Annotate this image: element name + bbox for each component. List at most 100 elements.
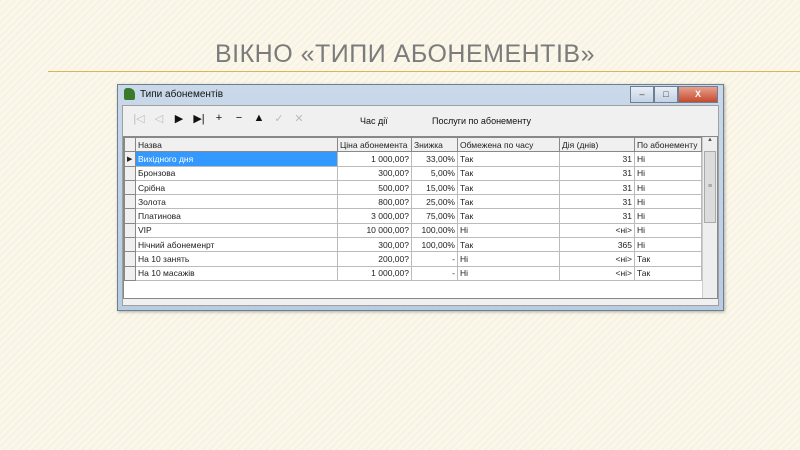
table-cell[interactable]: На 10 занять — [135, 251, 338, 267]
indicator-header — [124, 136, 136, 153]
table-cell[interactable]: Срібна — [135, 179, 338, 196]
scroll-up-icon[interactable]: ▲ — [703, 137, 717, 143]
minimize-button[interactable]: – — [630, 86, 654, 103]
table-cell[interactable]: 300,00? — [337, 165, 412, 181]
row-indicator — [124, 222, 136, 239]
table-cell[interactable]: Ні — [634, 151, 702, 167]
table-cell[interactable]: <ні> — [559, 222, 635, 239]
column-header[interactable]: Ціна абонемента — [337, 136, 412, 153]
table-cell[interactable]: Так — [457, 237, 560, 253]
maximize-button[interactable]: □ — [654, 86, 678, 103]
client-area: |◁ ◁ ▶ ▶| + − ▲ ✓ ✕ Час дії Послуги по абонемент… — [122, 105, 719, 306]
table-row[interactable]: На 10 занять 200,00? - Ні <ні> Так — [124, 251, 702, 267]
table-row[interactable]: Бронзова 300,00? 5,00% Так 31 Ні — [124, 165, 702, 181]
table-cell[interactable]: Так — [634, 251, 702, 267]
nav-first-button[interactable]: |◁ — [129, 112, 149, 125]
nav-prior-button[interactable]: ◁ — [149, 112, 169, 125]
table-cell[interactable]: 1 000,00? — [337, 265, 412, 281]
table-cell[interactable]: Так — [634, 265, 702, 281]
table-cell[interactable]: Бронзова — [135, 165, 338, 181]
table-cell[interactable]: 200,00? — [337, 251, 412, 267]
table-cell[interactable]: Ні — [634, 208, 702, 224]
table-cell[interactable]: 33,00% — [411, 151, 458, 167]
nav-cancel-button[interactable]: ✕ — [289, 112, 309, 125]
table-cell[interactable]: Так — [457, 151, 560, 167]
close-button[interactable]: X — [678, 86, 718, 103]
row-indicator — [124, 179, 136, 196]
row-indicator — [124, 208, 136, 224]
row-indicator — [124, 265, 136, 281]
table-cell[interactable]: - — [411, 265, 458, 281]
table-cell[interactable]: 31 — [559, 165, 635, 181]
table-cell[interactable]: 31 — [559, 208, 635, 224]
data-grid[interactable]: Назва Ціна абонемента Знижка Обмежена по ча… — [123, 136, 718, 299]
column-header[interactable]: Знижка — [411, 136, 458, 153]
tab-services-label[interactable]: Послуги по абонементу — [432, 116, 531, 126]
table-cell[interactable]: 365 — [559, 237, 635, 253]
table-cell[interactable]: 15,00% — [411, 179, 458, 196]
db-navigator: |◁ ◁ ▶ ▶| + − ▲ ✓ ✕ — [129, 112, 309, 125]
table-cell[interactable]: VIP — [135, 222, 338, 239]
title-divider — [48, 71, 800, 72]
table-cell[interactable]: Ні — [634, 179, 702, 196]
table-cell[interactable]: 3 000,00? — [337, 208, 412, 224]
column-header[interactable]: Назва — [135, 136, 338, 153]
table-cell[interactable]: 500,00? — [337, 179, 412, 196]
table-cell[interactable]: Ні — [457, 265, 560, 281]
table-row[interactable]: Платинова 3 000,00? 75,00% Так 31 Ні — [124, 208, 702, 224]
column-header[interactable]: Обмежена по часу — [457, 136, 560, 153]
table-cell[interactable]: 100,00% — [411, 222, 458, 239]
table-cell[interactable]: Ні — [634, 194, 702, 210]
table-cell[interactable]: Ні — [457, 251, 560, 267]
table-cell[interactable]: 5,00% — [411, 165, 458, 181]
table-row[interactable]: На 10 масажів 1 000,00? - Ні <ні> Так — [124, 265, 702, 281]
table-cell[interactable]: На 10 масажів — [135, 265, 338, 281]
table-cell[interactable]: 300,00? — [337, 237, 412, 253]
table-row[interactable]: Нічний абонеменрт 300,00? 100,00% Так 365 Ні — [124, 237, 702, 253]
table-cell[interactable]: Платинова — [135, 208, 338, 224]
table-cell[interactable]: Ні — [457, 222, 560, 239]
table-row[interactable]: Золота 800,00? 25,00% Так 31 Ні — [124, 194, 702, 210]
table-row[interactable]: Срібна 500,00? 15,00% Так 31 Ні — [124, 179, 702, 196]
column-header[interactable]: Дія (днів) — [559, 136, 635, 153]
table-cell[interactable]: Ні — [634, 222, 702, 239]
table-cell[interactable]: Вихідного дня — [135, 151, 338, 167]
nav-next-button[interactable]: ▶ — [169, 112, 189, 125]
table-cell[interactable]: 10 000,00? — [337, 222, 412, 239]
nav-insert-button[interactable]: + — [209, 112, 229, 125]
table-cell[interactable]: Ні — [634, 237, 702, 253]
table-cell[interactable]: Так — [457, 208, 560, 224]
subscriptions-table: Назва Ціна абонемента Знижка Обмежена по ча… — [124, 136, 702, 281]
table-cell[interactable]: Золота — [135, 194, 338, 210]
app-window: Типи абонементів – □ X |◁ ◁ ▶ ▶| + − ▲ ✓ ✕ Час д… — [117, 84, 724, 311]
row-indicator — [124, 194, 136, 210]
table-cell[interactable]: 25,00% — [411, 194, 458, 210]
table-cell[interactable]: - — [411, 251, 458, 267]
table-row[interactable]: VIP 10 000,00? 100,00% Ні <ні> Ні — [124, 222, 702, 239]
row-indicator: ▶ — [124, 151, 136, 167]
table-row[interactable]: ▶ Вихідного дня 1 000,00? 33,00% Так 31 Ні — [124, 151, 702, 167]
table-cell[interactable]: 100,00% — [411, 237, 458, 253]
table-cell[interactable]: 1 000,00? — [337, 151, 412, 167]
row-indicator — [124, 251, 136, 267]
nav-delete-button[interactable]: − — [229, 112, 249, 125]
table-cell[interactable]: Так — [457, 179, 560, 196]
tab-time-label[interactable]: Час дії — [360, 116, 388, 126]
table-cell[interactable]: <ні> — [559, 265, 635, 281]
nav-last-button[interactable]: ▶| — [189, 112, 209, 125]
table-cell[interactable]: 31 — [559, 194, 635, 210]
table-cell[interactable]: 31 — [559, 179, 635, 196]
nav-edit-button[interactable]: ▲ — [249, 112, 269, 125]
nav-post-button[interactable]: ✓ — [269, 112, 289, 125]
table-cell[interactable]: Ні — [634, 165, 702, 181]
table-cell[interactable]: <ні> — [559, 251, 635, 267]
column-header[interactable]: По абонементу — [634, 136, 702, 153]
table-cell[interactable]: 31 — [559, 151, 635, 167]
table-cell[interactable]: 800,00? — [337, 194, 412, 210]
table-cell[interactable]: Так — [457, 194, 560, 210]
vertical-scrollbar[interactable]: ▲ ≡ — [702, 137, 717, 298]
table-cell[interactable]: Так — [457, 165, 560, 181]
table-cell[interactable]: 75,00% — [411, 208, 458, 224]
table-cell[interactable]: Нічний абонеменрт — [135, 237, 338, 253]
scroll-thumb[interactable]: ≡ — [704, 151, 716, 223]
